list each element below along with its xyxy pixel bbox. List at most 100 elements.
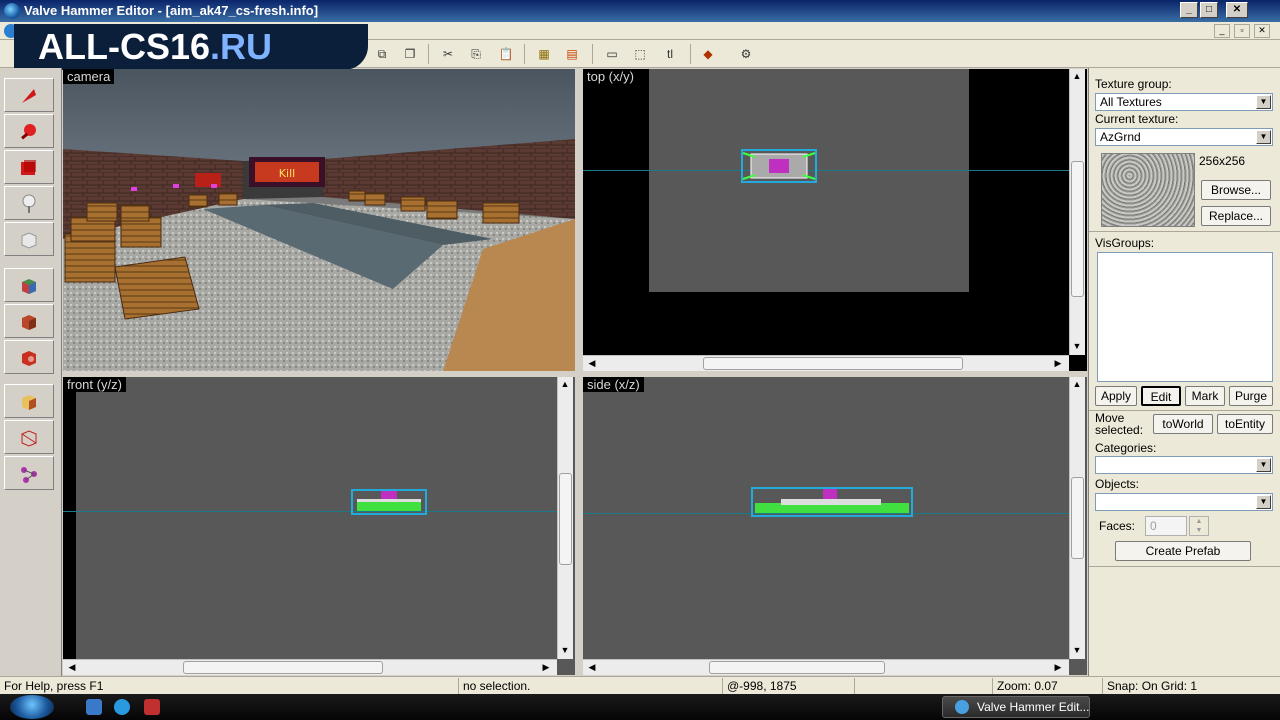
move-label-line2: selected: [1095,423,1144,437]
texture-preview [1101,153,1195,227]
faces-label: Faces: [1099,519,1136,533]
camera-scene: Kill [63,69,575,371]
vertex-manipulation-tool[interactable] [4,420,54,454]
browse-button[interactable]: Browse... [1201,180,1271,200]
texture-group-value: All Textures [1100,95,1162,109]
start-button[interactable] [10,695,54,719]
chevron-down-icon[interactable]: ▼ [1256,130,1271,144]
grid-icon[interactable]: ▦ [534,44,554,64]
chevron-down-icon[interactable]: ▼ [1256,495,1271,509]
minimize-button[interactable]: _ [1180,2,1198,18]
carve-icon[interactable]: ◆ [698,44,718,64]
categories-select[interactable]: ▼ [1095,456,1273,474]
chevron-down-icon[interactable]: ▼ [1256,458,1271,472]
status-coordinates: @-998, 1875 [722,678,852,694]
clip-cube-icon [22,395,36,410]
path-nodes-icon [21,467,37,483]
taskbar: Valve Hammer Edit... [0,694,1280,720]
camera-tool[interactable] [4,150,54,184]
current-texture-value: AzGrnd [1100,130,1141,144]
front-vertical-scrollbar[interactable]: ▲ ▼ [557,377,573,659]
taskbar-item-label: Valve Hammer Edit... [977,700,1090,714]
paste-icon[interactable]: 📋 [496,44,516,64]
child-restore-button[interactable]: ▫ [1234,24,1250,38]
top-grid-axis [583,170,1069,171]
to-world-button[interactable]: toWorld [1153,414,1213,434]
faces-stepper[interactable]: ▲ ▼ [1189,516,1209,536]
magnifier-icon [21,124,36,140]
chevron-down-icon[interactable]: ▼ [1256,95,1271,109]
top-brushes [741,149,817,183]
copy-icon[interactable]: ⎘ [466,44,486,64]
faces-input[interactable]: 0 [1145,516,1187,536]
top-vertical-scrollbar[interactable]: ▲ ▼ [1069,69,1085,355]
taskbar-item-hammer[interactable]: Valve Hammer Edit... [942,696,1090,718]
settings-icon[interactable]: ⚙ [736,44,756,64]
texture-lock-icon[interactable]: tl [660,44,680,64]
top-viewport-label: top (x/y) [583,69,638,84]
selection-tool[interactable] [4,78,54,112]
mark-button[interactable]: Mark [1185,386,1225,406]
side-horizontal-scrollbar[interactable]: ◀ ▶ [583,659,1069,675]
front-horizontal-scrollbar[interactable]: ◀ ▶ [63,659,557,675]
pointer-arrow-icon [22,89,36,103]
replace-button[interactable]: Replace... [1201,206,1271,226]
decal-tool[interactable] [4,340,54,374]
visgroups-list[interactable] [1097,252,1273,382]
objects-label: Objects: [1095,477,1140,491]
status-selection: no selection. [458,678,720,694]
grid-size-icon[interactable]: ▤ [562,44,582,64]
object-panel: Texture group: All Textures ▼ Current te… [1088,68,1280,676]
ungroup-icon[interactable]: ❐ [400,44,420,64]
watermark-text: ALL-CS16 [38,26,211,67]
vertex-icon [21,430,37,447]
close-button[interactable]: ✕ [1226,2,1248,18]
maximize-button[interactable]: □ [1200,2,1218,18]
side-vertical-scrollbar[interactable]: ▲ ▼ [1069,377,1085,659]
apply-button[interactable]: Apply [1095,386,1137,406]
status-help: For Help, press F1 [4,679,104,693]
side-viewport-label: side (x/z) [583,377,644,392]
textured-cube-icon [22,279,36,294]
title-bar: Valve Hammer Editor - [aim_ak47_cs-fresh… [0,0,1280,22]
current-texture-select[interactable]: AzGrnd ▼ [1095,128,1273,146]
quick-launch-icon[interactable] [144,699,160,715]
top-viewport[interactable]: top (x/y) ▲ ▼ ◀ ▶ [583,69,1087,371]
cut-icon[interactable]: ✂ [438,44,458,64]
side-viewport[interactable]: side (x/z) ▲ ▼ ◀ ▶ [583,377,1087,675]
block-tool[interactable] [4,222,54,256]
watermark-logo: ALL-CS16.RU [14,24,368,70]
magnify-tool[interactable] [4,114,54,148]
group-icon[interactable]: ⧉ [372,44,392,64]
top-horizontal-scrollbar[interactable]: ◀ ▶ [583,355,1069,371]
status-blank [854,678,990,694]
path-tool[interactable] [4,456,54,490]
visgroups-label: VisGroups: [1095,236,1155,250]
current-texture-label: Current texture: [1095,112,1179,126]
texture-group-select[interactable]: All Textures ▼ [1095,93,1273,111]
child-minimize-button[interactable]: _ [1214,24,1230,38]
camera-viewport-label: camera [63,69,115,84]
cube-icon [21,232,37,249]
front-brushes [351,489,427,515]
create-prefab-button[interactable]: Create Prefab [1115,541,1251,561]
to-entity-button[interactable]: toEntity [1217,414,1273,434]
show-desktop-icon[interactable] [86,699,102,715]
entity-icon [22,194,36,213]
select-faces-icon[interactable]: ⬚ [630,44,650,64]
texture-application-tool[interactable] [4,268,54,302]
hammer-task-icon [955,700,969,714]
edit-button[interactable]: Edit [1141,386,1181,406]
brown-cube-icon [22,315,36,330]
purge-button[interactable]: Purge [1229,386,1273,406]
clipping-tool[interactable] [4,384,54,418]
internet-explorer-icon[interactable] [114,699,130,715]
apply-texture-tool[interactable] [4,304,54,338]
texture-size: 256x256 [1199,154,1246,168]
entity-tool[interactable] [4,186,54,220]
camera-viewport[interactable]: Kill camera [63,69,575,371]
child-close-button[interactable]: ✕ [1254,24,1270,38]
selection-box-icon[interactable]: ▭ [602,44,622,64]
front-viewport[interactable]: front (y/z) ▲ ▼ ◀ ▶ [63,377,575,675]
objects-select[interactable]: ▼ [1095,493,1273,511]
